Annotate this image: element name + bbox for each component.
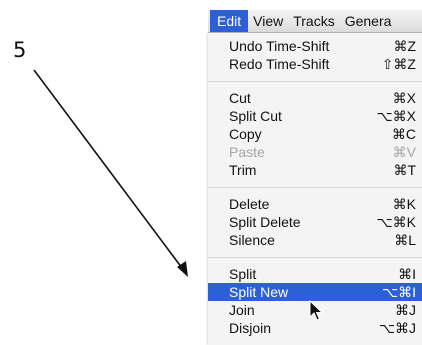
menu-item-label: Split <box>229 266 257 282</box>
menu-item-delete[interactable]: Delete ⌘K <box>208 195 422 213</box>
arrow-pointer-icon <box>309 300 323 321</box>
menu-item-label: Copy <box>229 126 262 142</box>
menu-bar: Edit View Tracks Genera <box>208 10 422 33</box>
menu-item-label: Silence <box>229 232 275 248</box>
menu-item-shortcut: ⌥⌘X <box>376 108 416 124</box>
menu-item-shortcut: ⌥⌘K <box>376 214 416 230</box>
menu-item-copy[interactable]: Copy ⌘C <box>208 125 422 143</box>
menu-item-label: Join <box>229 302 255 318</box>
menu-item-label: Split Delete <box>229 214 301 230</box>
menu-item-shortcut: ⌘Z <box>393 38 416 54</box>
menu-separator <box>208 187 422 188</box>
menu-item-silence[interactable]: Silence ⌘L <box>208 231 422 249</box>
menu-item-label: Delete <box>229 196 270 212</box>
menu-item-shortcut: ⌘T <box>393 162 416 178</box>
menu-item-shortcut: ⌥⌘J <box>378 320 416 336</box>
menu-item-shortcut: ⌘L <box>394 232 416 248</box>
menu-item-shortcut: ⌘X <box>392 90 416 106</box>
menu-item-label: Cut <box>229 90 251 106</box>
menu-item-cut[interactable]: Cut ⌘X <box>208 89 422 107</box>
menu-item-undo-time-shift[interactable]: Undo Time-Shift ⌘Z <box>208 37 422 55</box>
menu-item-label: Disjoin <box>229 320 272 336</box>
menu-item-label: Trim <box>229 162 257 178</box>
menu-separator <box>208 257 422 258</box>
menu-item-label: Split Cut <box>229 108 282 124</box>
edit-menu-dropdown: Undo Time-Shift ⌘Z Redo Time-Shift ⇧⌘Z C… <box>208 33 422 345</box>
menu-item-shortcut: ⌥⌘I <box>381 284 416 300</box>
menu-item-label: Paste <box>229 144 265 160</box>
menubar-generate[interactable]: Genera <box>340 10 397 32</box>
menu-item-paste: Paste ⌘V <box>208 143 422 161</box>
menubar-edit[interactable]: Edit <box>210 10 249 32</box>
menubar-tracks[interactable]: Tracks <box>288 10 339 32</box>
menu-item-split-cut[interactable]: Split Cut ⌥⌘X <box>208 107 422 125</box>
menu-separator <box>208 81 422 82</box>
menu-item-label: Split New <box>229 284 289 300</box>
menu-item-split-new[interactable]: Split New ⌥⌘I <box>208 283 422 301</box>
menu-item-shortcut: ⌘K <box>392 196 416 212</box>
menu-item-trim[interactable]: Trim ⌘T <box>208 161 422 179</box>
menubar-view[interactable]: View <box>248 10 288 32</box>
menu-item-shortcut: ⌘V <box>392 144 416 160</box>
menu-item-shortcut: ⌘I <box>398 266 416 282</box>
menu-item-label: Undo Time-Shift <box>229 38 330 54</box>
menu-item-label: Redo Time-Shift <box>229 56 330 72</box>
menu-item-split-delete[interactable]: Split Delete ⌥⌘K <box>208 213 422 231</box>
menu-item-shortcut: ⌘J <box>395 302 416 318</box>
menu-item-split[interactable]: Split ⌘I <box>208 265 422 283</box>
menu-item-shortcut: ⇧⌘Z <box>381 56 416 72</box>
menu-item-shortcut: ⌘C <box>391 126 416 142</box>
menu-item-redo-time-shift[interactable]: Redo Time-Shift ⇧⌘Z <box>208 55 422 73</box>
